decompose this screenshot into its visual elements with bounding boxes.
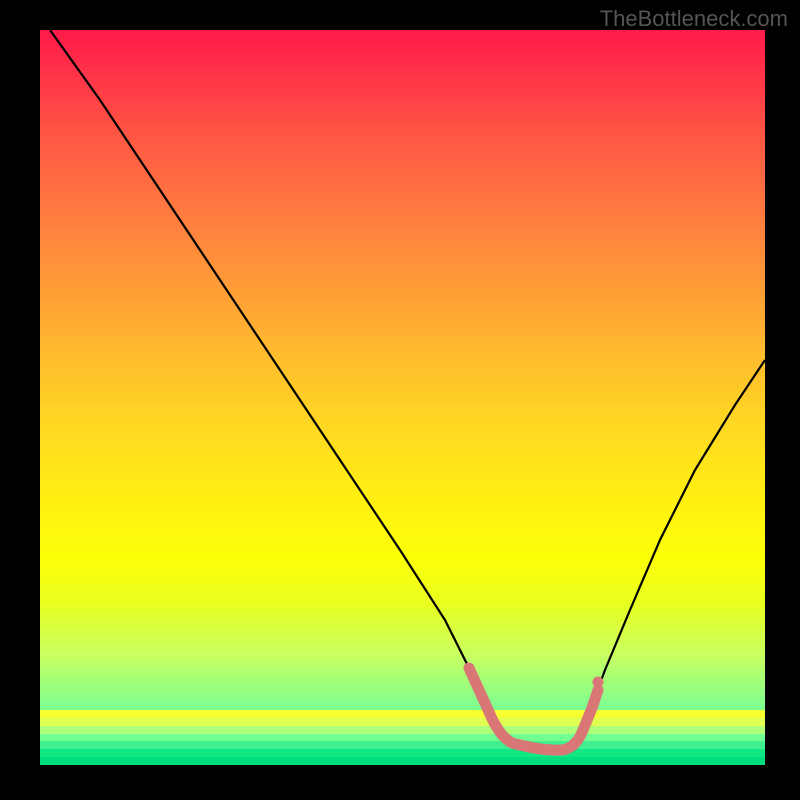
- chart-background-gradient: [40, 30, 765, 765]
- chart-bottom-stripes: [40, 710, 765, 765]
- watermark-text: TheBottleneck.com: [600, 6, 788, 32]
